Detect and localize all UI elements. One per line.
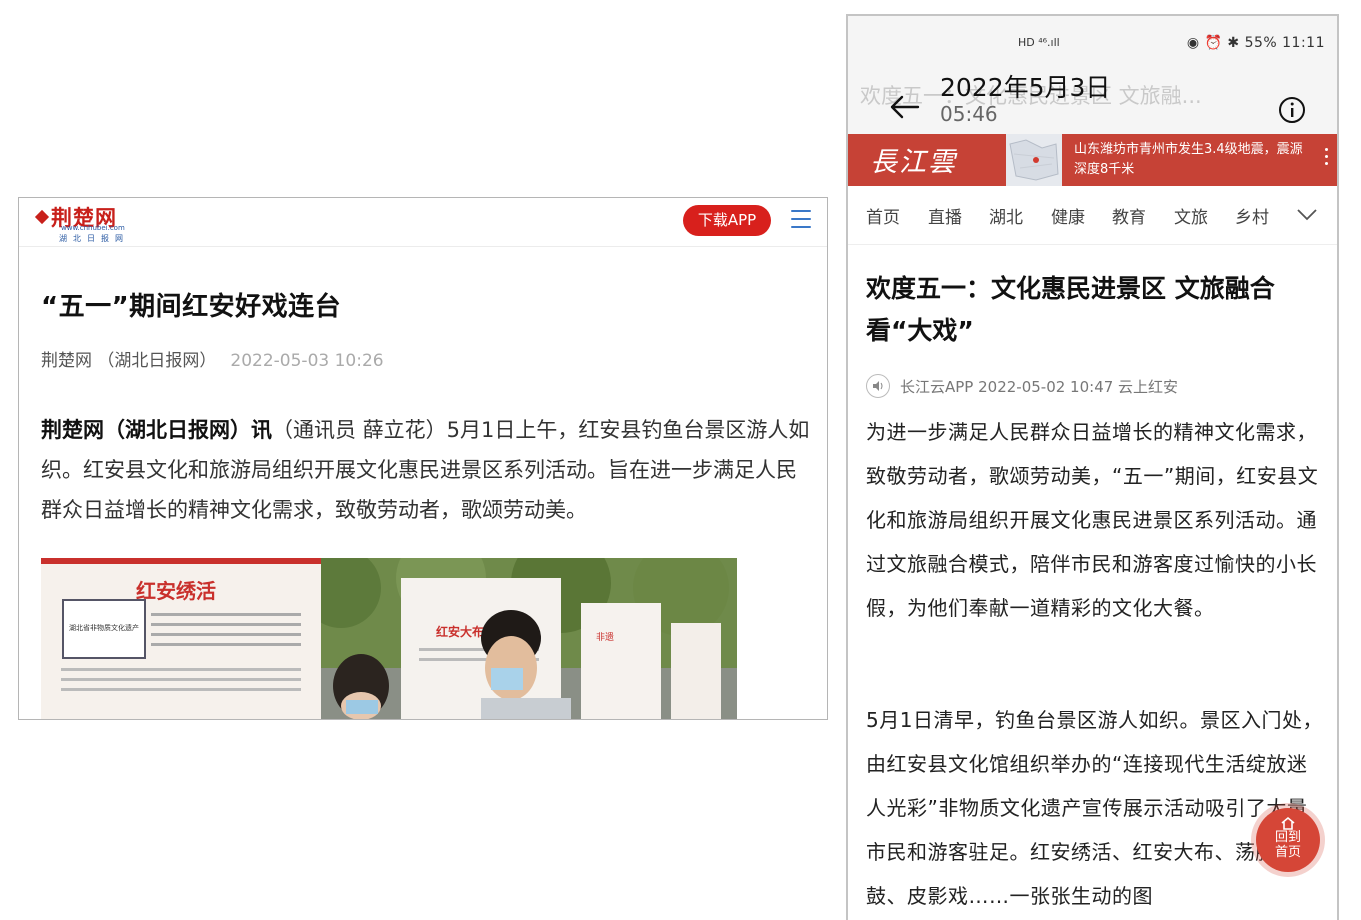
nav-item-live[interactable]: 直播	[928, 203, 962, 228]
nav-item-education[interactable]: 教育	[1112, 203, 1146, 228]
home-button-line1: 回到	[1274, 830, 1301, 845]
web-article-panel: 荆楚网 www.cnhubei.com 湖北日报网 下载APP “五一”期间红安…	[18, 197, 828, 720]
app-top-bar: 欢度五一：文化惠民进景区 文旅融... 2022年5月3日 05:46	[848, 72, 1337, 134]
article-paragraph-2: 5月1日清早，钓鱼台景区游人如织。景区入门处，由红安县文化馆组织举办的“连接现代…	[866, 708, 1323, 908]
chevron-down-icon[interactable]	[1296, 208, 1318, 222]
home-button-line2: 首页	[1274, 845, 1301, 860]
board1-title: 红安绣活	[136, 579, 216, 603]
status-bar: HD ⁴⁶.ıll ◉ ⏰ ✱ 55% 11:11	[848, 16, 1337, 72]
back-to-home-button[interactable]: 回到 首页	[1256, 808, 1320, 872]
site-header: 荆楚网 www.cnhubei.com 湖北日报网 下载APP	[19, 198, 827, 247]
article-meta: 荆楚网 （湖北日报网） 2022-05-03 10:26	[41, 346, 384, 371]
bluetooth-icon: ✱	[1227, 35, 1240, 51]
article-lead: 荆楚网（湖北日报网）讯	[41, 418, 272, 442]
nav-item-countryside[interactable]: 乡村	[1235, 203, 1269, 228]
nav-item-health[interactable]: 健康	[1051, 203, 1085, 228]
app-banner[interactable]: 長江雲 山东潍坊市青州市发生3.4级地震，震源深度8千米	[848, 134, 1337, 186]
download-app-button[interactable]: 下载APP	[683, 205, 771, 236]
nav-item-culture-tourism[interactable]: 文旅	[1174, 203, 1208, 228]
logo-mark-icon	[34, 209, 50, 225]
banner-headline: 山东潍坊市青州市发生3.4级地震，震源深度8千米	[1074, 142, 1303, 177]
map-thumbnail	[1006, 134, 1062, 186]
article-title: 欢度五一：文化惠民进景区 文旅融合看“大戏”	[866, 274, 1275, 345]
article-body: 荆楚网（湖北日报网）讯（通讯员 薛立花）5月1日上午，红安县钓鱼台景区游人如织。…	[41, 410, 816, 530]
back-arrow-icon[interactable]	[888, 92, 920, 122]
channel-nav: 首页 直播 湖北 健康 教育 文旅 乡村	[848, 186, 1337, 245]
article-meta-text: 长江云APP 2022-05-02 10:47 云上红安	[900, 378, 1179, 396]
board1-caption: 湖北省非物质文化遗产	[69, 623, 139, 632]
article-source: 荆楚网 （湖北日报网）	[41, 351, 217, 371]
article-meta: 长江云APP 2022-05-02 10:47 云上红安	[866, 374, 1178, 398]
changjiangyun-logo: 長江雲	[870, 147, 957, 178]
home-icon	[1281, 816, 1295, 830]
logo-subtitle: 湖北日报网	[59, 234, 129, 243]
battery-time: 55% 11:11	[1244, 35, 1325, 51]
network-status: HD ⁴⁶.ıll	[1018, 36, 1060, 49]
article-photo: 红安绣活 湖北省非物质文化遗产 红安大布 非遗	[41, 558, 737, 719]
eye-icon: ◉	[1186, 35, 1200, 51]
article-date: 2022-05-03 10:26	[230, 351, 384, 371]
battery-clock: ◉ ⏰ ✱ 55% 11:11	[1187, 35, 1325, 51]
more-dots-icon[interactable]	[1325, 148, 1329, 169]
logo-url: www.cnhubei.com	[61, 224, 125, 232]
photo-time: 05:46	[940, 102, 998, 126]
info-icon[interactable]	[1278, 96, 1306, 124]
board2-title: 红安大布	[436, 624, 484, 639]
site-logo[interactable]: 荆楚网 www.cnhubei.com 湖北日报网	[34, 202, 137, 243]
article-paragraph-1: 为进一步满足人民群众日益增长的精神文化需求，致敬劳动者，歌颂劳动美，“五一”期间…	[866, 420, 1319, 620]
photo-date: 2022年5月3日	[940, 73, 1111, 102]
exhibition-photo-image: 红安绣活 湖北省非物质文化遗产 红安大布 非遗	[41, 558, 737, 719]
nav-item-hubei[interactable]: 湖北	[989, 203, 1023, 228]
hamburger-menu-icon[interactable]	[791, 210, 811, 232]
phone-screenshot: HD ⁴⁶.ıll ◉ ⏰ ✱ 55% 11:11 欢度五一：文化惠民进景区 文…	[846, 14, 1339, 920]
speaker-icon[interactable]	[866, 374, 890, 398]
alarm-icon: ⏰	[1204, 35, 1223, 51]
nav-item-home[interactable]: 首页	[866, 203, 900, 228]
board3-title: 非遗	[596, 631, 614, 643]
article-title: “五一”期间红安好戏连台	[41, 292, 342, 322]
